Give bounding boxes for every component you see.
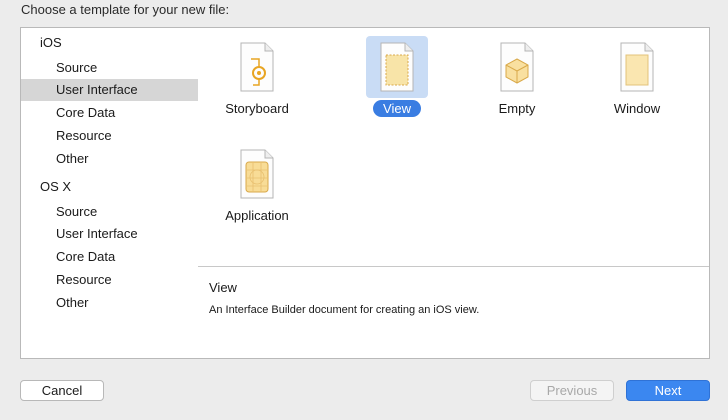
previous-button[interactable]: Previous <box>530 380 614 401</box>
template-description-pane: View An Interface Builder document for c… <box>198 267 709 358</box>
template-label: Application <box>225 208 289 223</box>
sidebar-item-osx-source[interactable]: Source <box>21 201 198 223</box>
template-label: Window <box>613 101 661 116</box>
sidebar-item-osx-user-interface[interactable]: User Interface <box>21 223 198 245</box>
sidebar-item-osx-core-data[interactable]: Core Data <box>21 246 198 268</box>
template-label: View <box>342 100 452 117</box>
description-title: View <box>209 280 237 295</box>
sidebar-item-ios-user-interface[interactable]: User Interface <box>21 79 198 101</box>
platform-sidebar: iOS Source User Interface Core Data Reso… <box>21 28 199 358</box>
dialog-title: Choose a template for your new file: <box>21 2 230 17</box>
cancel-button[interactable]: Cancel <box>20 380 104 401</box>
sidebar-item-ios-core-data[interactable]: Core Data <box>21 102 198 124</box>
template-grid: Storyboard View Empty Window Application <box>198 28 709 267</box>
view-file-icon <box>366 36 428 98</box>
template-empty[interactable]: Empty <box>462 33 572 133</box>
sidebar-item-ios-other[interactable]: Other <box>21 148 198 170</box>
template-label: Empty <box>498 101 536 116</box>
template-chooser-panel: iOS Source User Interface Core Data Reso… <box>20 27 710 359</box>
sidebar-item-ios-source[interactable]: Source <box>21 57 198 79</box>
storyboard-file-icon <box>226 36 288 98</box>
template-view[interactable]: View <box>342 33 452 133</box>
sidebar-group-ios: iOS <box>40 35 62 50</box>
template-storyboard[interactable]: Storyboard <box>202 33 312 133</box>
description-text: An Interface Builder document for creati… <box>209 304 480 316</box>
template-application[interactable]: Application <box>202 140 312 240</box>
window-file-icon <box>606 36 668 98</box>
sidebar-item-osx-resource[interactable]: Resource <box>21 269 198 291</box>
next-button[interactable]: Next <box>626 380 710 401</box>
empty-file-icon <box>486 36 548 98</box>
application-file-icon <box>226 143 288 205</box>
sidebar-item-ios-resource[interactable]: Resource <box>21 125 198 147</box>
sidebar-item-osx-other[interactable]: Other <box>21 292 198 314</box>
template-label: Storyboard <box>225 101 289 116</box>
template-window[interactable]: Window <box>582 33 692 133</box>
sidebar-group-osx: OS X <box>40 179 72 194</box>
